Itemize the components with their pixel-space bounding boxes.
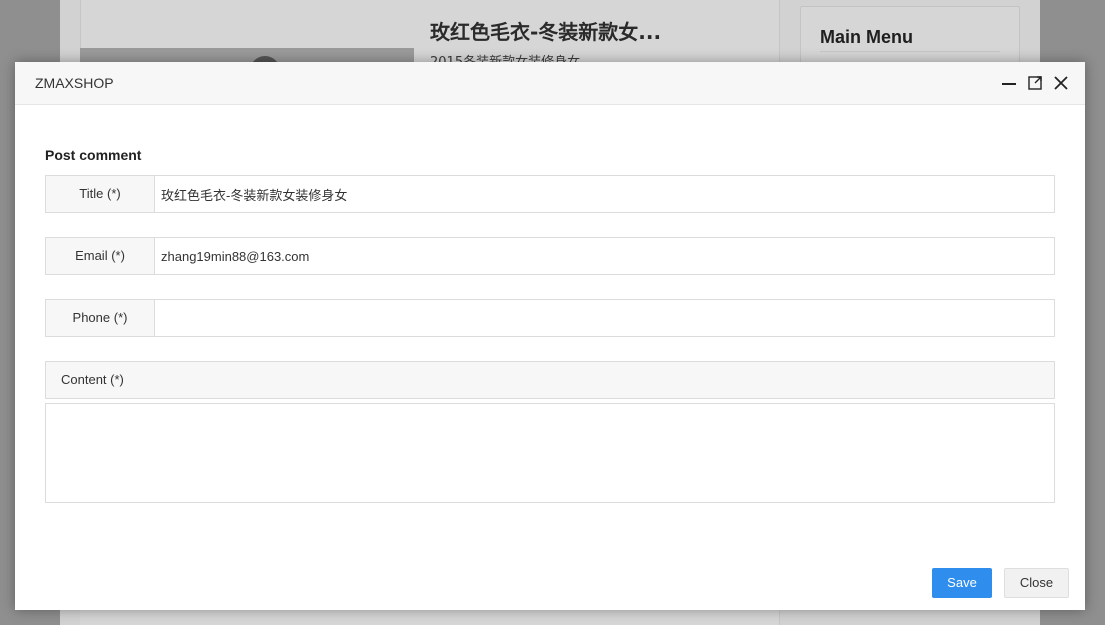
sidebar-main-menu: Main Menu bbox=[800, 6, 1020, 68]
title-row: Title (*) bbox=[45, 175, 1055, 213]
dialog-title: ZMAXSHOP bbox=[35, 75, 114, 91]
close-button[interactable]: Close bbox=[1004, 568, 1069, 598]
comment-dialog: ZMAXSHOP Post comment Title (*) Email (*… bbox=[15, 62, 1085, 610]
phone-label: Phone (*) bbox=[46, 300, 155, 336]
dialog-header: ZMAXSHOP bbox=[15, 62, 1085, 105]
content-textarea[interactable] bbox=[45, 403, 1055, 503]
email-row: Email (*) bbox=[45, 237, 1055, 275]
email-input[interactable] bbox=[155, 238, 1050, 274]
sidebar-title: Main Menu bbox=[820, 27, 913, 47]
title-input[interactable] bbox=[155, 176, 1050, 212]
background-bottom-strip bbox=[80, 609, 778, 625]
save-button[interactable]: Save bbox=[932, 568, 992, 598]
maximize-icon[interactable] bbox=[1025, 73, 1045, 93]
phone-input[interactable] bbox=[155, 300, 1050, 336]
title-label: Title (*) bbox=[46, 176, 155, 212]
email-label: Email (*) bbox=[46, 238, 155, 274]
content-label-box: Content (*) bbox=[45, 361, 1055, 399]
section-title: Post comment bbox=[45, 147, 142, 163]
close-icon[interactable] bbox=[1051, 73, 1071, 93]
product-title: 玫红色毛衣-冬装新款女... bbox=[430, 20, 662, 44]
minimize-icon[interactable] bbox=[999, 73, 1019, 93]
sidebar-divider bbox=[820, 51, 1000, 52]
content-label: Content (*) bbox=[61, 372, 124, 387]
phone-row: Phone (*) bbox=[45, 299, 1055, 337]
